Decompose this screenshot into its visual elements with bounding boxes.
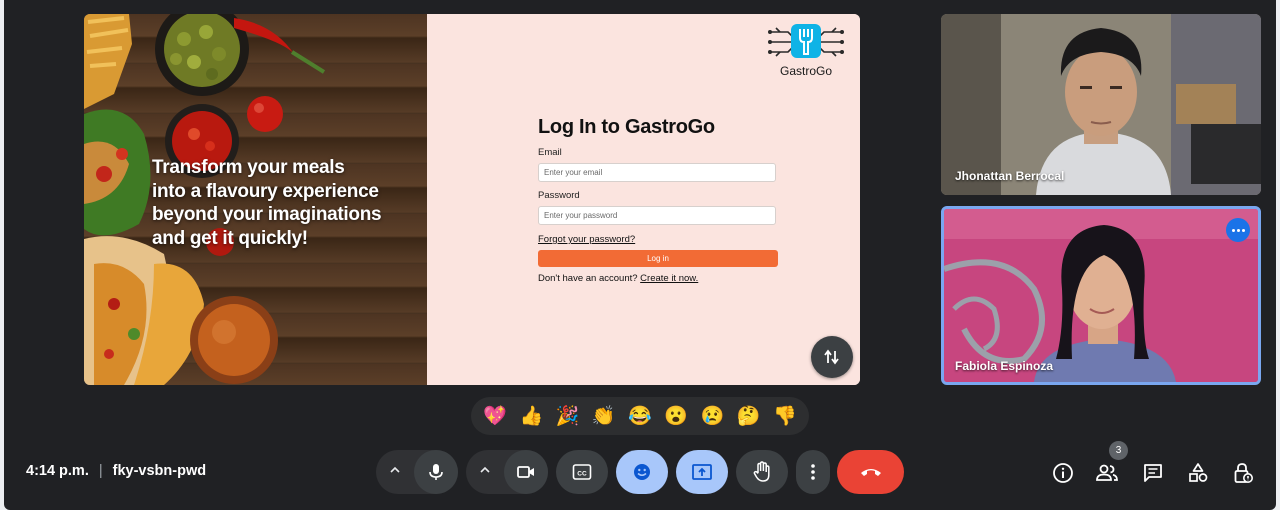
captions-button[interactable]: CC — [556, 450, 608, 494]
emoji-icon — [634, 464, 650, 480]
chat-icon — [1144, 464, 1162, 482]
create-account-link[interactable]: Create it now. — [640, 273, 698, 284]
reaction-surprised[interactable]: 😮 — [664, 407, 688, 426]
end-call-button[interactable] — [837, 450, 904, 494]
mic-icon — [429, 464, 443, 480]
reaction-laugh[interactable]: 😂 — [628, 407, 652, 426]
reaction-thumbs-down[interactable]: 👎 — [773, 407, 797, 426]
shared-screen: Transform your meals into a flavoury exp… — [84, 14, 860, 385]
meeting-details-button[interactable] — [1050, 460, 1076, 486]
participant-video — [944, 209, 1258, 382]
call-end-icon — [860, 469, 881, 476]
reaction-party[interactable]: 🎉 — [556, 407, 580, 426]
chat-button[interactable] — [1140, 460, 1166, 486]
camera-icon — [517, 466, 534, 478]
dot — [1231, 228, 1235, 232]
meeting-time: 4:14 p.m. — [26, 463, 89, 479]
participant-tile[interactable]: Jhonattan Berrocal — [941, 14, 1261, 195]
reaction-clap[interactable]: 👏 — [592, 407, 616, 426]
participant-name: Fabiola Espinoza — [955, 359, 1054, 373]
swap-vertical-icon — [824, 349, 839, 365]
login-title: Log In to GastroGo — [538, 116, 715, 138]
chevron-up-icon[interactable] — [389, 464, 401, 476]
info-separator: | — [98, 463, 103, 479]
password-field[interactable] — [538, 206, 776, 225]
meeting-info: 4:14 p.m. | fky-vsbn-pwd — [26, 463, 206, 479]
emoji-button[interactable] — [616, 450, 668, 494]
chevron-up-icon[interactable] — [479, 464, 491, 476]
mic-button[interactable] — [414, 450, 458, 494]
participant-tile-speaking[interactable]: Fabiola Espinoza — [941, 206, 1261, 385]
present-screen-icon — [692, 464, 712, 480]
reaction-thumbs-up[interactable]: 👍 — [519, 407, 543, 426]
login-panel: GastroGo Log In to GastroGo Email Passwo… — [427, 14, 860, 385]
signup-prompt: Don't have an account? — [538, 273, 638, 284]
participant-options-button[interactable] — [1226, 218, 1250, 242]
signup-row: Don't have an account? Create it now. — [538, 273, 778, 284]
forgot-password-link[interactable]: Forgot your password? — [538, 234, 778, 245]
meeting-code: fky-vsbn-pwd — [112, 463, 207, 479]
participant-name: Jhonattan Berrocal — [955, 169, 1065, 183]
email-field[interactable] — [538, 163, 776, 182]
password-label: Password — [538, 190, 580, 201]
host-controls-icon — [1234, 463, 1253, 483]
present-button[interactable] — [676, 450, 728, 494]
hero-tagline: Transform your meals into a flavoury exp… — [152, 157, 382, 249]
login-form: Log In to GastroGo Email Password Forgot… — [538, 116, 778, 284]
login-button[interactable]: Log in — [538, 250, 778, 267]
host-controls-button[interactable] — [1230, 460, 1256, 486]
info-icon — [1053, 463, 1073, 483]
gastrogo-logo: GastroGo — [766, 24, 846, 78]
reaction-sad[interactable]: 😢 — [701, 407, 725, 426]
dot — [1241, 228, 1245, 232]
svg-text:CC: CC — [577, 471, 587, 478]
dot — [1236, 228, 1240, 232]
activities-button[interactable] — [1185, 460, 1211, 486]
fork-circuit-icon — [768, 24, 844, 60]
mic-control-group — [376, 450, 458, 494]
hand-icon — [753, 461, 770, 482]
reactions-bar: 💖 👍 🎉 👏 😂 😮 😢 🤔 👎 — [471, 397, 809, 435]
participant-video — [941, 14, 1261, 195]
camera-button[interactable] — [504, 450, 548, 494]
camera-control-group — [466, 450, 548, 494]
people-icon — [1096, 464, 1118, 481]
participant-count-badge: 3 — [1109, 441, 1128, 460]
more-vert-icon — [811, 464, 815, 480]
swap-layout-button[interactable] — [811, 336, 853, 378]
raise-hand-button[interactable] — [736, 450, 788, 494]
closed-captions-icon: CC — [572, 464, 592, 480]
people-button[interactable] — [1094, 460, 1120, 486]
reaction-thinking[interactable]: 🤔 — [737, 407, 761, 426]
email-label: Email — [538, 147, 562, 158]
logo-name: GastroGo — [779, 64, 833, 78]
reaction-heart[interactable]: 💖 — [483, 407, 507, 426]
activities-icon — [1189, 463, 1208, 482]
meet-window: Transform your meals into a flavoury exp… — [4, 0, 1276, 510]
more-options-button[interactable] — [796, 450, 830, 494]
hero-image: Transform your meals into a flavoury exp… — [84, 14, 427, 385]
